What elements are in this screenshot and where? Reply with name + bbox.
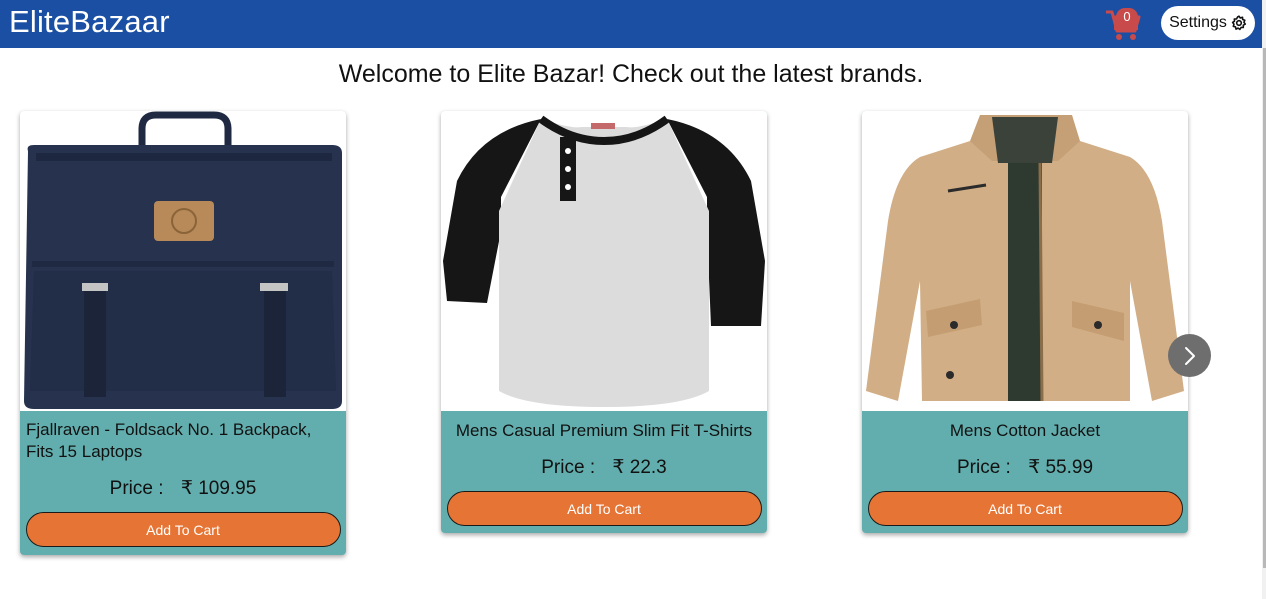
add-to-cart-button[interactable]: Add To Cart (446, 491, 762, 526)
product-price: Price : ₹ 22.3 (441, 456, 767, 479)
brand-logo[interactable]: EliteBazaar (9, 4, 170, 40)
currency-symbol: ₹ (612, 457, 625, 478)
top-navbar: EliteBazaar 0 Settings (0, 0, 1262, 48)
price-label: Price : (541, 457, 596, 478)
product-image-t-shirt[interactable] (441, 111, 767, 411)
welcome-heading: Welcome to Elite Bazar! Check out the la… (338, 60, 924, 88)
gear-icon (1231, 15, 1247, 31)
price-value: 22.3 (629, 457, 667, 478)
carousel-next-button[interactable] (1168, 334, 1211, 377)
currency-symbol: ₹ (1028, 457, 1041, 478)
price-value: 109.95 (198, 478, 257, 499)
product-price: Price : ₹ 55.99 (862, 456, 1188, 479)
product-card: Fjallraven - Foldsack No. 1 Backpack, Fi… (20, 111, 346, 555)
settings-button[interactable]: Settings (1161, 6, 1255, 40)
product-card: Mens Cotton Jacket Price : ₹ 55.99 Add T… (862, 111, 1188, 533)
cart-button[interactable]: 0 (1104, 6, 1142, 42)
product-image-backpack[interactable] (20, 111, 346, 411)
product-title: Mens Cotton Jacket (949, 421, 1101, 440)
currency-symbol: ₹ (180, 478, 193, 499)
product-title: Fjallraven - Foldsack No. 1 Backpack, Fi… (26, 420, 312, 461)
add-to-cart-button[interactable]: Add To Cart (867, 491, 1183, 526)
cart-count-badge: 0 (1116, 8, 1138, 26)
price-value: 55.99 (1045, 457, 1094, 478)
price-label: Price : (109, 478, 164, 499)
product-title: Mens Casual Premium Slim Fit T-Shirts (455, 421, 753, 440)
settings-label: Settings (1169, 14, 1227, 31)
product-card: Mens Casual Premium Slim Fit T-Shirts Pr… (441, 111, 767, 533)
product-price: Price : ₹ 109.95 (20, 477, 346, 500)
price-label: Price : (956, 457, 1011, 478)
chevron-right-icon (1184, 346, 1195, 365)
product-image-jacket[interactable] (862, 111, 1188, 411)
add-to-cart-button[interactable]: Add To Cart (25, 512, 341, 547)
